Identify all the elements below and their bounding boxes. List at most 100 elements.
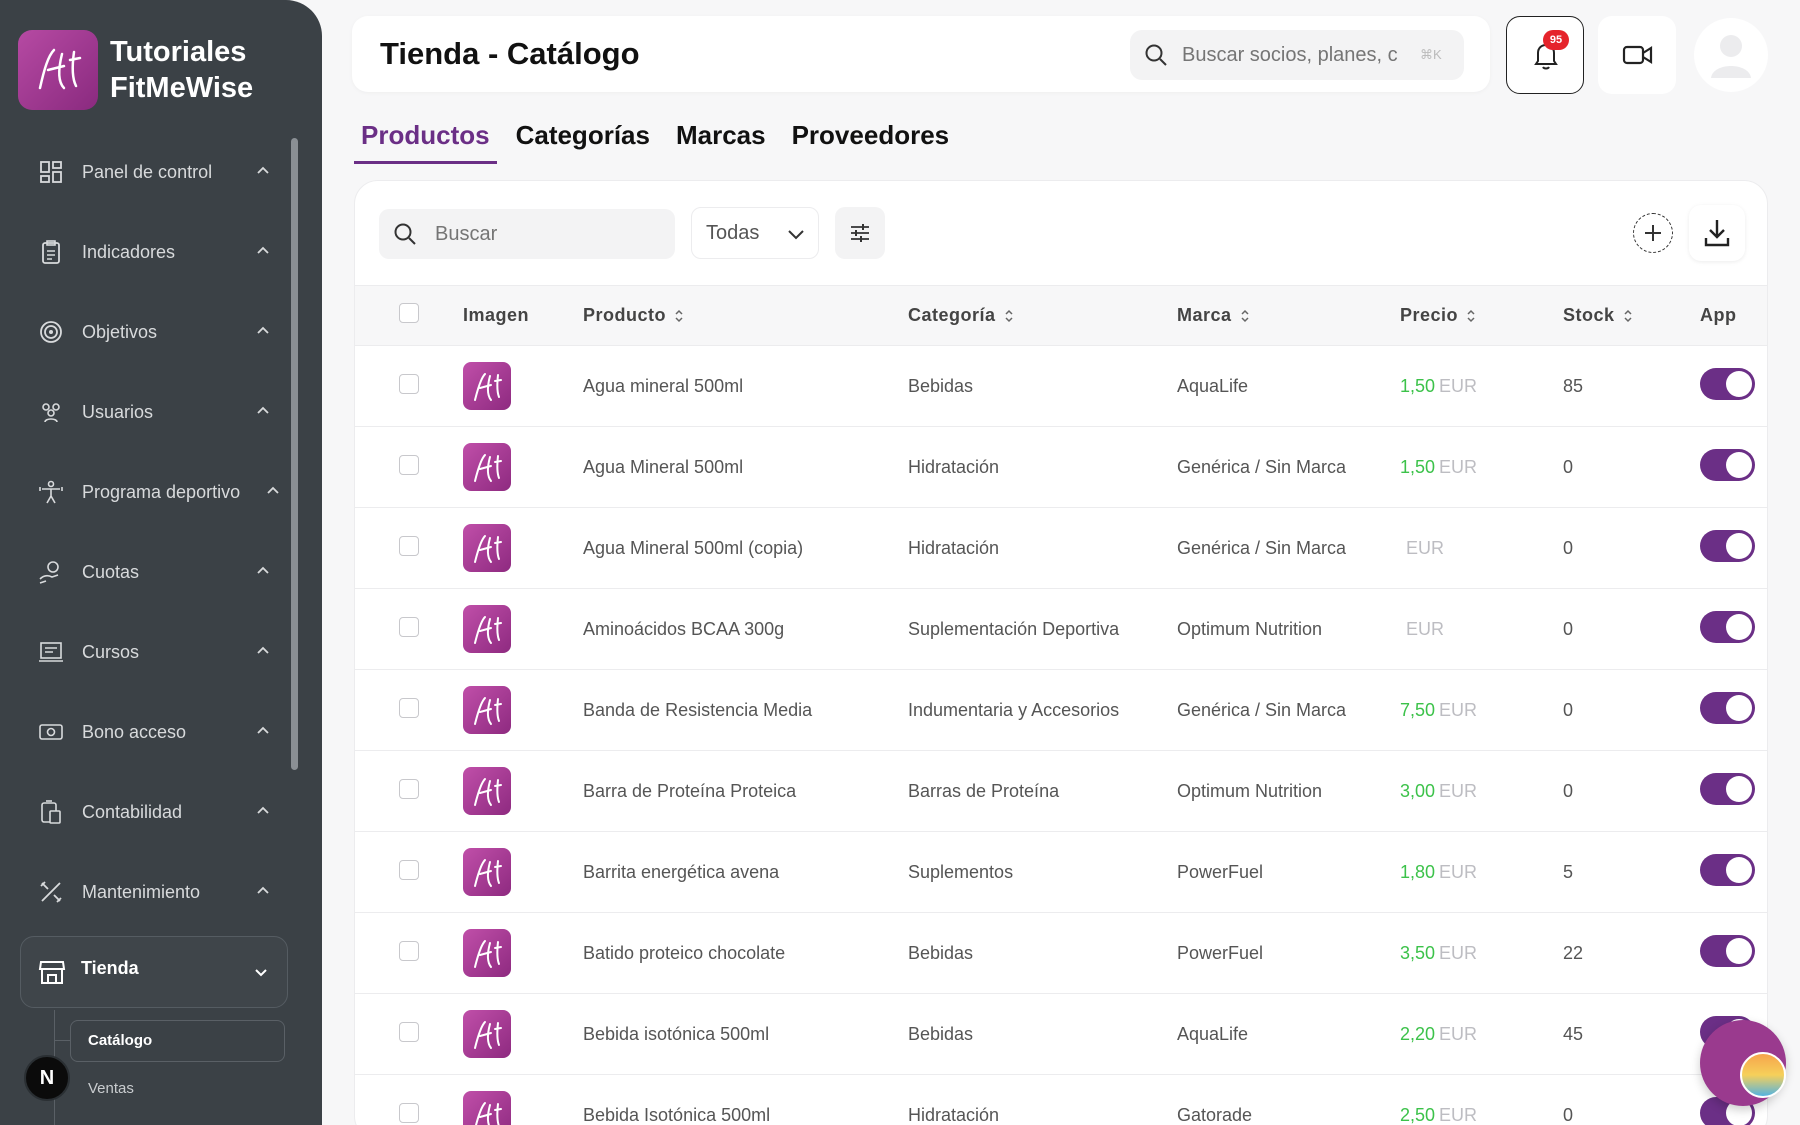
price-currency: EUR [1439, 1104, 1478, 1125]
product-brand: Gatorade [1177, 1104, 1253, 1125]
header-image: Imagen [463, 305, 530, 325]
sidebar-item-objetivos[interactable]: Objetivos [0, 292, 290, 372]
tab-proveedores[interactable]: Proveedores [785, 116, 957, 164]
header-brand[interactable]: Marca [1177, 286, 1400, 346]
export-button[interactable] [1689, 205, 1745, 261]
table-row[interactable]: Aminoácidos BCAA 300g Suplementación Dep… [355, 589, 1767, 670]
table-row[interactable]: Agua Mineral 500ml (copia) Hidratación G… [355, 508, 1767, 589]
tab-categorias[interactable]: Categorías [509, 116, 657, 164]
category-filter-select[interactable]: Todas [691, 207, 819, 259]
table-row[interactable]: Barra de Proteína Proteica Barras de Pro… [355, 751, 1767, 832]
row-checkbox[interactable] [399, 373, 419, 394]
row-checkbox[interactable] [399, 940, 419, 961]
user-avatar[interactable] [1694, 18, 1768, 92]
chevron-up-icon [267, 486, 279, 494]
notifications-button[interactable] [1506, 16, 1584, 94]
row-checkbox[interactable] [399, 616, 419, 637]
plus-icon [1645, 225, 1661, 241]
sidebar-item-cursos[interactable]: Cursos [0, 612, 290, 692]
sidebar-item-indicadores[interactable]: Indicadores [0, 212, 290, 292]
fit-logo-icon [474, 535, 502, 563]
product-name: Aminoácidos BCAA 300g [583, 618, 785, 639]
price-currency: EUR [1439, 861, 1478, 882]
sidebar-item-label: Usuarios [82, 401, 154, 422]
fit-logo-icon [474, 616, 502, 644]
dev-tools-badge[interactable]: N [24, 1055, 70, 1101]
app-visibility-toggle[interactable] [1700, 691, 1755, 724]
header-stock[interactable]: Stock [1563, 286, 1700, 346]
app-visibility-toggle[interactable] [1700, 367, 1755, 400]
sidebar-item-panel-de-control[interactable]: Panel de control [0, 132, 290, 212]
product-price: 3,00 EUR [1400, 751, 1563, 832]
sidebar-item-cuotas[interactable]: Cuotas [0, 532, 290, 612]
global-search[interactable]: ⌘K [1130, 30, 1464, 80]
product-thumbnail [463, 767, 511, 815]
add-product-button[interactable] [1633, 213, 1673, 253]
fit-logo-icon [474, 778, 502, 806]
sidebar-item-bono-acceso[interactable]: Bono acceso [0, 692, 290, 772]
row-checkbox[interactable] [399, 535, 419, 556]
app-visibility-toggle[interactable] [1700, 529, 1755, 562]
sidebar-subitem-ventas[interactable]: Ventas [88, 1080, 134, 1097]
video-call-button[interactable] [1598, 16, 1676, 94]
fit-logo-icon [474, 697, 502, 725]
search-icon [394, 223, 416, 245]
row-checkbox[interactable] [399, 859, 419, 880]
global-search-input[interactable] [1182, 43, 1414, 67]
header-product[interactable]: Producto [583, 286, 908, 346]
product-thumbnail [463, 1091, 511, 1125]
product-price: EUR [1400, 508, 1563, 589]
tab-marcas[interactable]: Marcas [669, 116, 773, 164]
sidebar-subitem-catalogo-label: Catálogo [88, 1032, 153, 1049]
dashboard-icon [40, 161, 62, 183]
product-search[interactable] [379, 209, 675, 259]
app-visibility-toggle[interactable] [1700, 610, 1755, 643]
header-category[interactable]: Categoría [908, 286, 1177, 346]
row-checkbox[interactable] [399, 697, 419, 718]
brand[interactable]: Tutoriales FitMeWise [18, 30, 253, 110]
sidebar-scrollbar[interactable] [291, 138, 298, 770]
money-icon [39, 724, 63, 740]
tab-productos[interactable]: Productos [354, 116, 497, 164]
accounting-icon [41, 800, 61, 824]
price-value: 1,50 [1400, 375, 1436, 396]
app-visibility-toggle[interactable] [1700, 853, 1755, 886]
product-name: Agua mineral 500ml [583, 375, 744, 396]
table-row[interactable]: Barrita energética avena Suplementos Pow… [355, 832, 1767, 913]
sidebar-item-label: Cuotas [82, 561, 140, 582]
header-stock-label: Stock [1563, 305, 1615, 325]
page-title: Tienda - Catálogo [380, 36, 640, 71]
product-category: Hidratación [908, 456, 1000, 477]
product-category: Suplementación Deportiva [908, 618, 1120, 639]
sidebar-item-contabilidad[interactable]: Contabilidad [0, 772, 290, 852]
sidebar-item-label: Cursos [82, 641, 140, 662]
row-checkbox[interactable] [399, 778, 419, 799]
product-brand: PowerFuel [1177, 861, 1264, 882]
sort-icon [1467, 310, 1475, 323]
app-visibility-toggle[interactable] [1700, 934, 1755, 967]
row-checkbox[interactable] [399, 1021, 419, 1042]
table-row[interactable]: Batido proteico chocolate Bebidas PowerF… [355, 913, 1767, 994]
product-stock: 5 [1563, 861, 1574, 882]
sidebar-item-programa-deportivo[interactable]: Programa deportivo [0, 452, 290, 532]
row-checkbox[interactable] [399, 1102, 419, 1123]
header-price[interactable]: Precio [1400, 286, 1563, 346]
table-row[interactable]: Bebida isotónica 500ml Bebidas AquaLife … [355, 994, 1767, 1075]
table-row[interactable]: Agua Mineral 500ml Hidratación Genérica … [355, 427, 1767, 508]
sort-icon [1241, 310, 1249, 323]
table-row[interactable]: Bebida Isotónica 500ml Hidratación Gator… [355, 1075, 1767, 1125]
table-row[interactable]: Agua mineral 500ml Bebidas AquaLife 1,50… [355, 346, 1767, 427]
sidebar-item-usuarios[interactable]: Usuarios [0, 372, 290, 452]
app-visibility-toggle[interactable] [1700, 448, 1755, 481]
table-row[interactable]: Banda de Resistencia Media Indumentaria … [355, 670, 1767, 751]
product-stock: 0 [1563, 699, 1574, 720]
category-filter-value: Todas [706, 221, 760, 244]
product-category: Hidratación [908, 537, 1000, 558]
row-checkbox[interactable] [399, 454, 419, 475]
advanced-filters-button[interactable] [835, 207, 885, 259]
select-all-checkbox[interactable] [399, 303, 419, 323]
sidebar-item-mantenimiento[interactable]: Mantenimiento [0, 852, 290, 932]
chevron-down-icon [255, 969, 267, 977]
app-visibility-toggle[interactable] [1700, 772, 1755, 805]
product-search-input[interactable] [435, 222, 655, 246]
